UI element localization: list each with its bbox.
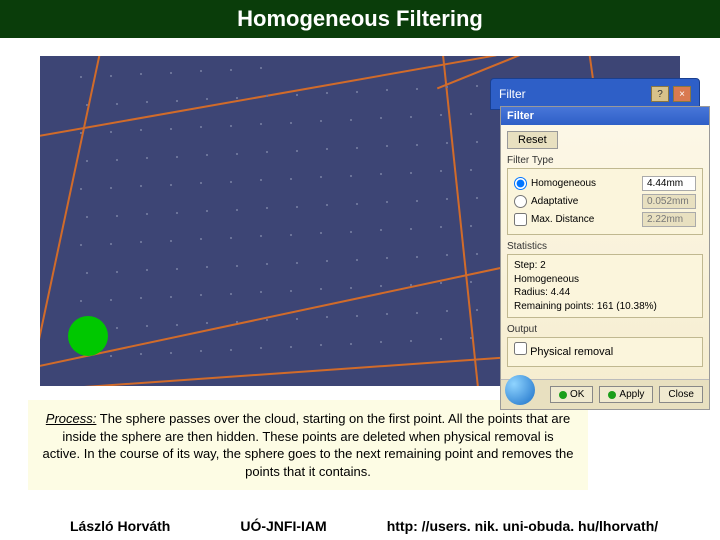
homogeneous-label: Homogeneous (531, 178, 596, 189)
filter-sphere (68, 316, 108, 356)
footer: László Horváth UÓ-JNFI-IAM http: //users… (0, 518, 720, 534)
max-distance-checkbox[interactable]: Max. Distance (514, 213, 594, 226)
statistics-box: Step: 2HomogeneousRadius: 4.44Remaining … (507, 254, 703, 318)
footer-url: http: //users. nik. uni-obuda. hu/lhorva… (387, 518, 658, 534)
homogeneous-radio[interactable]: Homogeneous (514, 177, 596, 190)
dialog-buttons: OK Apply Close (501, 379, 709, 409)
apply-button[interactable]: Apply (599, 386, 653, 403)
process-description: Process: The sphere passes over the clou… (28, 400, 588, 490)
page-title: Homogeneous Filtering (0, 0, 720, 38)
homogeneous-radio-input[interactable] (514, 177, 527, 190)
physical-removal-checkbox-input[interactable] (514, 342, 527, 355)
ok-label: OK (570, 389, 584, 400)
dialog-titlebar[interactable]: Filter (501, 107, 709, 125)
adaptive-value (642, 194, 696, 209)
footer-author: László Horváth (70, 518, 170, 534)
statistics-label: Statistics (507, 241, 703, 252)
process-text: The sphere passes over the cloud, starti… (43, 411, 574, 479)
adaptive-radio[interactable]: Adaptative (514, 195, 578, 208)
reset-button[interactable]: Reset (507, 131, 558, 149)
output-label: Output (507, 324, 703, 335)
adaptive-radio-input[interactable] (514, 195, 527, 208)
close-button[interactable]: Close (659, 386, 703, 403)
output-group: Physical removal (507, 337, 703, 367)
ok-button[interactable]: OK (550, 386, 593, 403)
max-distance-checkbox-input[interactable] (514, 213, 527, 226)
close-icon[interactable]: × (673, 86, 691, 102)
filter-dialog: Filter Reset Filter Type Homogeneous Ada… (500, 106, 710, 410)
filter-type-group: Homogeneous Adaptative Max. Distance (507, 168, 703, 235)
homogeneous-value[interactable] (642, 176, 696, 191)
dialog-title: Filter (507, 110, 534, 122)
adaptive-label: Adaptative (531, 196, 578, 207)
apply-label: Apply (619, 389, 644, 400)
footer-org: UÓ-JNFI-IAM (240, 518, 326, 534)
physical-removal-label: Physical removal (530, 346, 613, 358)
max-distance-value (642, 212, 696, 227)
process-label: Process: (46, 411, 97, 426)
globe-icon (505, 375, 535, 405)
close-label: Close (668, 389, 694, 400)
filter-type-label: Filter Type (507, 155, 703, 166)
max-distance-label: Max. Distance (531, 214, 594, 225)
physical-removal-checkbox[interactable]: Physical removal (514, 346, 613, 358)
dialog-title-back: Filter (499, 87, 526, 101)
help-icon[interactable]: ? (651, 86, 669, 102)
